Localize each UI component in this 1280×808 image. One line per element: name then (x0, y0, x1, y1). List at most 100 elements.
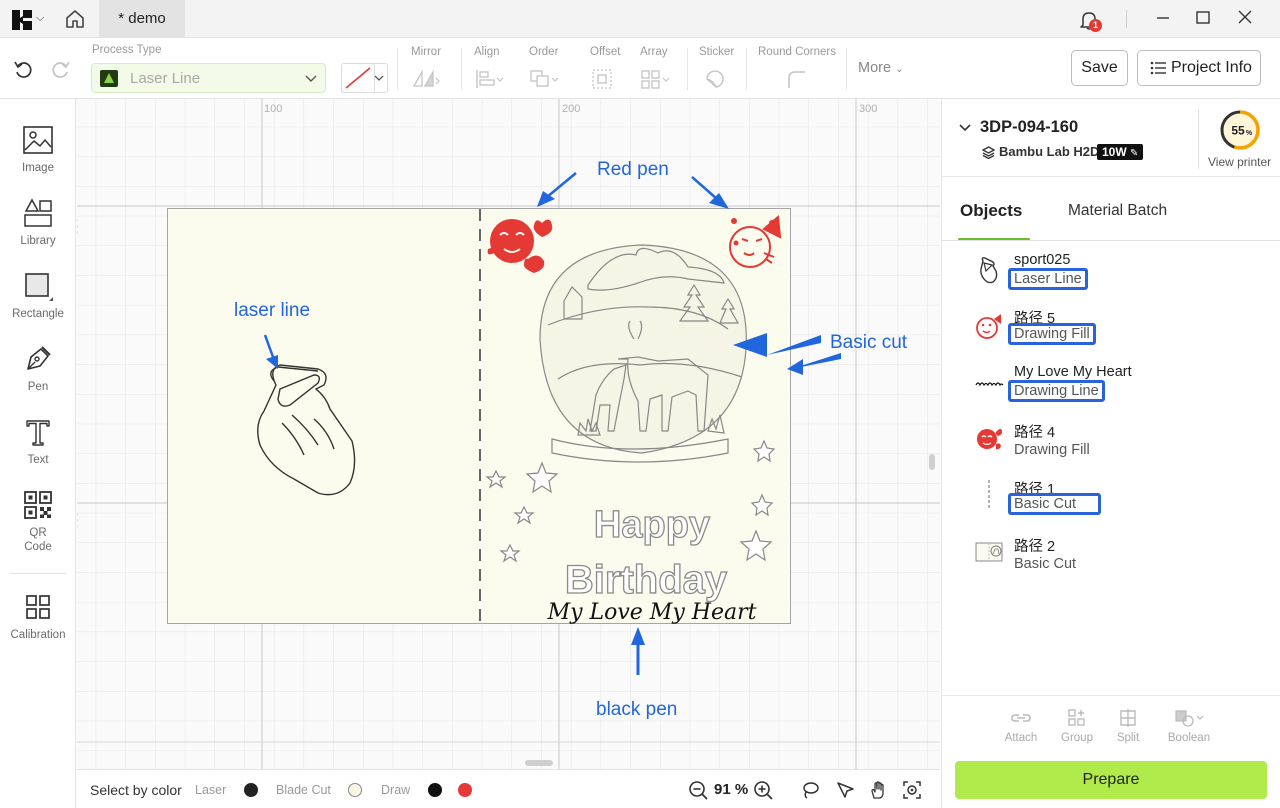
object-process-type[interactable]: Drawing Fill (1008, 323, 1096, 345)
object-process-type[interactable]: Drawing Line (1008, 380, 1105, 402)
toolbar-divider (461, 48, 462, 90)
blade-cut-color-dot[interactable] (348, 783, 362, 797)
process-type-value: Laser Line (130, 70, 201, 87)
tab-objects[interactable]: Objects (960, 201, 1022, 221)
calibration-icon (26, 595, 50, 619)
edit-pencil-icon: ✎ (1130, 148, 1139, 159)
order-icon[interactable] (529, 68, 559, 90)
horizontal-scroll-handle[interactable] (525, 760, 553, 766)
toolbar-divider (846, 48, 847, 90)
laser-process-icon (100, 70, 118, 87)
split-label: Split (1116, 732, 1140, 744)
printer-stack-icon (982, 146, 995, 159)
round-corners-label: Round Corners (758, 46, 836, 58)
chevron-down-icon[interactable] (958, 121, 972, 135)
kissing-emoji-red-pen (487, 219, 553, 273)
list-item[interactable]: sport025 Laser Line (942, 249, 1280, 305)
line-color-swatch[interactable] (341, 63, 375, 93)
hand-heart-thumbnail (980, 257, 998, 284)
right-panel: 3DP-094-160 Bambu Lab H2D 10W ✎ 55 % Vie… (941, 99, 1280, 808)
project-info-button[interactable]: Project Info (1137, 50, 1261, 86)
mirror-icon[interactable] (411, 68, 441, 90)
blade-cut-color-label: Blade Cut (276, 783, 331, 797)
device-name[interactable]: 3DP-094-160 (980, 118, 1078, 137)
list-item[interactable]: 路径 2 Basic Cut (942, 533, 1280, 590)
draw-black-color-dot[interactable] (428, 783, 442, 797)
group-button[interactable]: Group (1052, 708, 1102, 744)
zoom-out-icon[interactable] (688, 780, 708, 800)
list-item[interactable]: My Love My Heart Drawing Line (942, 362, 1280, 419)
maximize-window-icon[interactable] (1190, 6, 1216, 30)
attach-button[interactable]: Attach (996, 708, 1046, 744)
party-emoji-red-pen (729, 214, 782, 268)
sidebar-item-rectangle[interactable]: Rectangle (0, 270, 76, 321)
bambu-logo-icon[interactable] (12, 10, 32, 30)
sidebar-item-calibration[interactable]: Calibration (0, 591, 76, 642)
array-icon[interactable] (640, 68, 670, 90)
my-love-my-heart-script-text: My Love My Heart (547, 600, 757, 625)
qr-code-icon (24, 491, 52, 519)
sidebar-item-label: Text (27, 454, 49, 466)
boolean-icon (1175, 710, 1204, 727)
node-edit-icon[interactable] (835, 780, 855, 800)
lasso-select-icon[interactable] (800, 780, 820, 800)
list-item[interactable]: 路径 4 Drawing Fill (942, 419, 1280, 476)
app-menu-chevron-icon[interactable]: ⌵ (36, 12, 44, 25)
list-icon (1150, 61, 1166, 75)
print-progress-ring[interactable]: 55 % (1219, 109, 1261, 151)
line-color-dropdown[interactable] (372, 63, 388, 93)
design-canvas[interactable]: 100 200 300 100 200 Happy Birthday My Lo… (77, 99, 940, 769)
sidebar-item-qr-code[interactable]: QR Code (0, 489, 76, 554)
object-process-type[interactable]: Drawing Fill (1014, 442, 1090, 458)
object-process-type[interactable]: Basic Cut (1014, 556, 1076, 572)
zoom-in-icon[interactable] (753, 780, 773, 800)
group-label: Group (1061, 732, 1093, 744)
sidebar-item-image[interactable]: Image (0, 124, 76, 175)
sidebar-item-label: Pen (27, 381, 49, 393)
camera-capture-icon[interactable] (902, 780, 922, 800)
more-tools-button[interactable]: More ⌄ (858, 60, 903, 76)
chevron-down-icon: ⌄ (895, 64, 904, 75)
sticker-icon[interactable] (703, 68, 733, 90)
process-type-select[interactable]: Laser Line (91, 63, 326, 93)
ruler-label: 300 (859, 103, 878, 115)
draw-red-color-dot[interactable] (458, 783, 472, 797)
process-type-label: Process Type (92, 44, 162, 56)
ruler-label: 200 (77, 511, 79, 530)
laser-power-value: 10W (1102, 145, 1127, 159)
device-header: 3DP-094-160 Bambu Lab H2D 10W ✎ 55 % Vie… (942, 99, 1280, 177)
offset-icon[interactable] (590, 68, 620, 90)
align-icon[interactable] (474, 68, 504, 90)
tab-material-batch[interactable]: Material Batch (1068, 202, 1167, 220)
panel-resize-handle[interactable] (929, 454, 935, 470)
birthday-card-artboard[interactable]: Happy Birthday My Love My Heart (167, 208, 791, 625)
save-button[interactable]: Save (1071, 50, 1128, 86)
object-process-type[interactable]: Basic Cut (1008, 493, 1102, 515)
list-item[interactable]: 路径 1 Basic Cut (942, 476, 1280, 533)
undo-icon[interactable] (12, 58, 34, 80)
sidebar-item-text[interactable]: Text (0, 416, 76, 467)
minimize-window-icon[interactable] (1150, 6, 1176, 30)
split-button[interactable]: Split (1103, 708, 1153, 744)
object-process-type[interactable]: Laser Line (1008, 268, 1088, 290)
sidebar-item-pen[interactable]: Pen (0, 343, 76, 394)
redo-icon[interactable] (50, 58, 72, 80)
annotation-red-pen: Red pen (597, 159, 669, 180)
boolean-button[interactable]: Boolean (1164, 708, 1214, 744)
close-window-icon[interactable] (1232, 6, 1258, 30)
document-tab[interactable]: * demo (99, 0, 185, 38)
prepare-button[interactable]: Prepare (955, 761, 1267, 799)
rectangle-icon (25, 273, 53, 301)
sidebar-item-library[interactable]: Library (0, 197, 76, 248)
link-icon (1011, 714, 1031, 722)
library-icon (24, 198, 52, 227)
laser-power-badge[interactable]: 10W ✎ (1097, 144, 1144, 160)
round-corners-icon[interactable] (783, 68, 813, 90)
attach-label: Attach (1004, 732, 1038, 744)
list-item[interactable]: 路径 5 Drawing Fill (942, 305, 1280, 362)
home-icon[interactable] (64, 8, 86, 30)
left-tool-sidebar: Image Library Rectangle Pen Text QR Code… (0, 99, 76, 808)
pan-hand-icon[interactable] (868, 780, 888, 800)
laser-color-dot[interactable] (244, 783, 258, 797)
view-printer-link[interactable]: View printer (1208, 155, 1271, 169)
